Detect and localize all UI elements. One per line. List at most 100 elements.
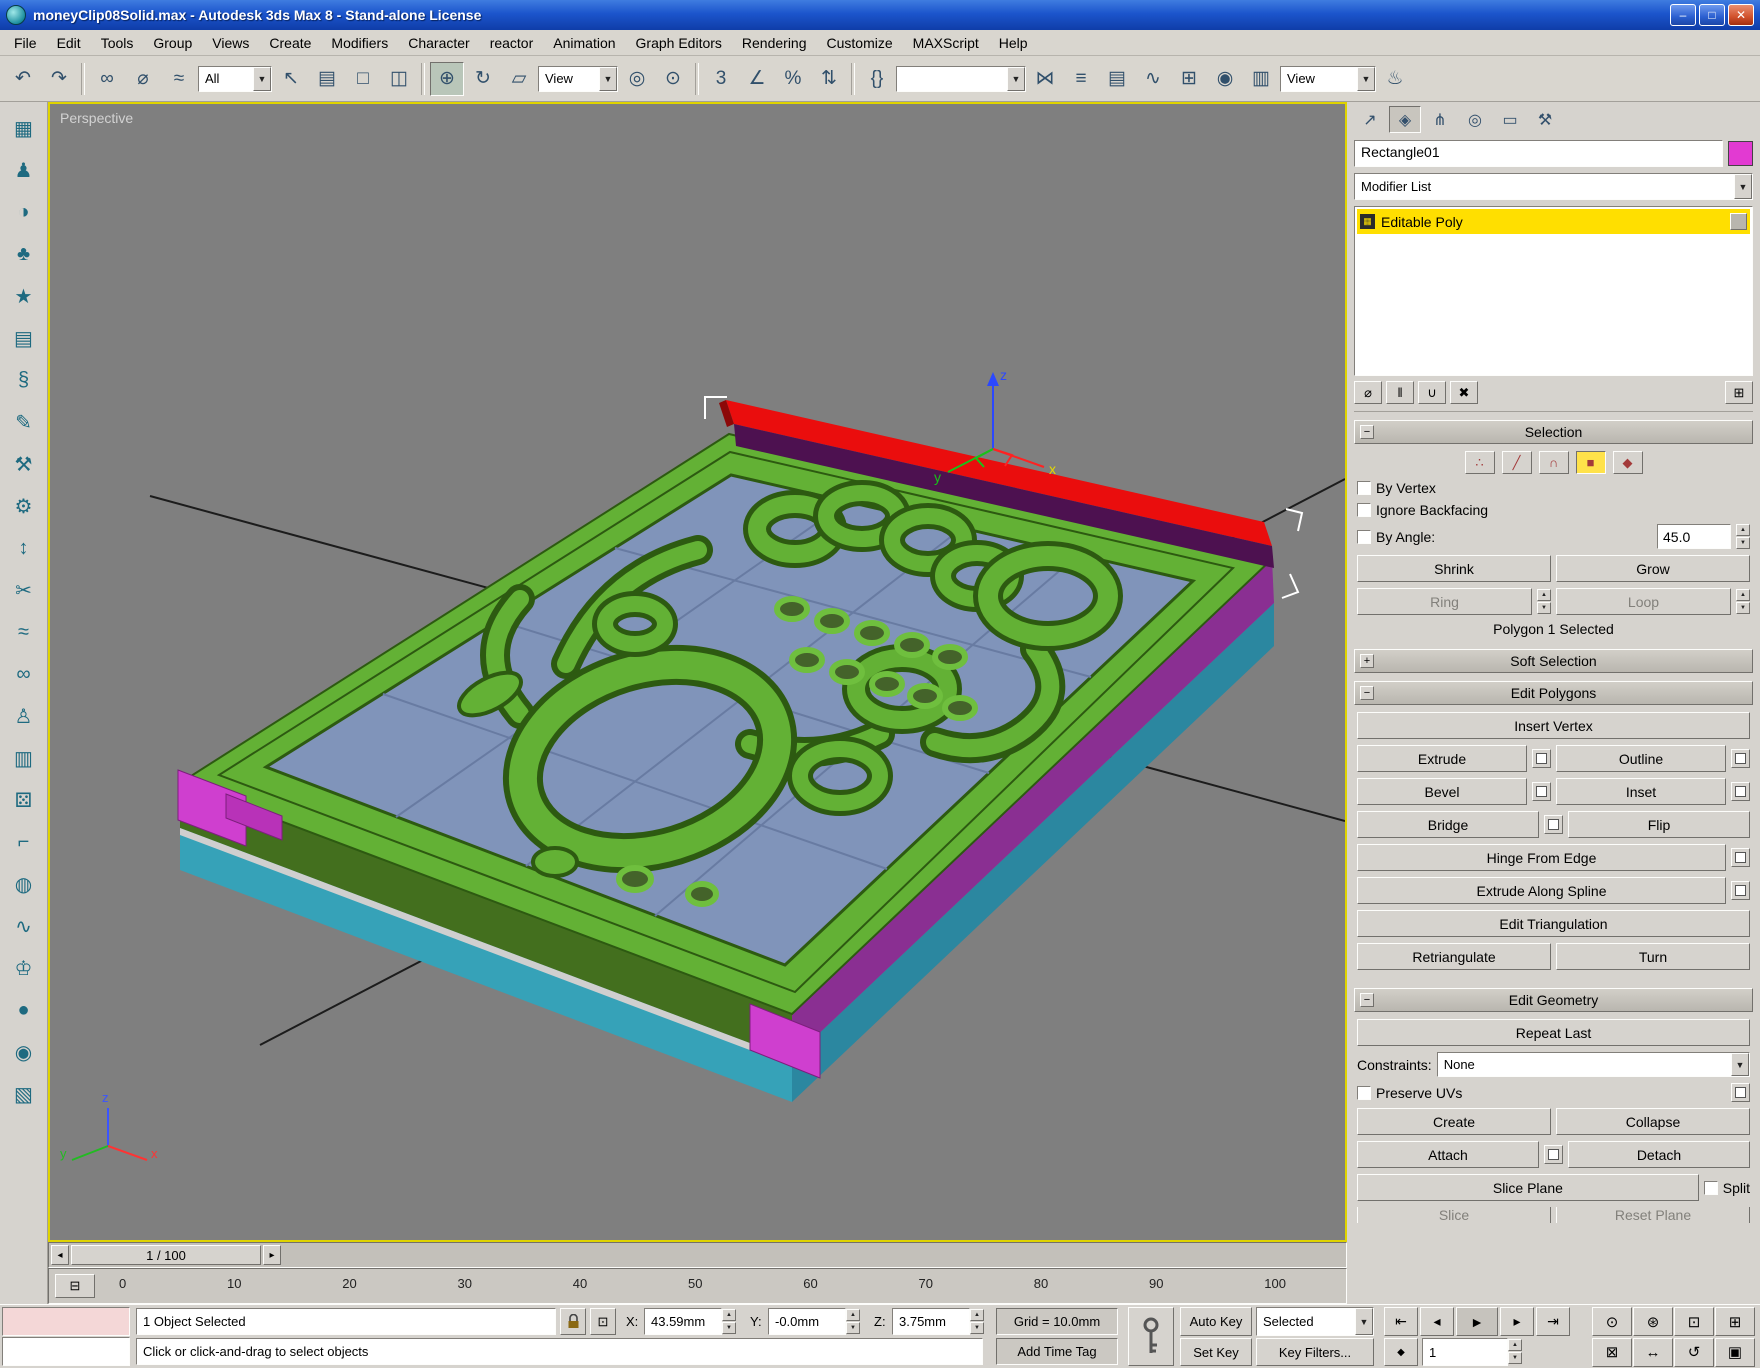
auto-key-button[interactable]: Auto Key <box>1180 1307 1252 1336</box>
by-angle-spinner[interactable]: ▲ ▼ <box>1736 524 1750 549</box>
mirror-button[interactable]: ⋈ <box>1028 62 1062 96</box>
reference-coordinate-dropdown[interactable]: View ▼ <box>538 65 618 92</box>
chevron-down-icon[interactable]: ▼ <box>1007 66 1025 91</box>
texture-tool-icon[interactable]: ▧ <box>5 1076 43 1112</box>
z-spinner[interactable]: ▲ ▼ <box>970 1309 984 1334</box>
hinge-from-edge-settings-button[interactable] <box>1731 848 1750 867</box>
chevron-down-icon[interactable]: ▼ <box>1355 1308 1373 1335</box>
zoom-button[interactable]: ⊙ <box>1592 1307 1632 1336</box>
chevron-down-icon[interactable]: ▼ <box>1731 1053 1749 1076</box>
split-checkbox[interactable] <box>1703 1180 1718 1195</box>
insert-vertex-button[interactable]: Insert Vertex <box>1357 712 1750 739</box>
chevron-down-icon[interactable]: ▼ <box>253 66 271 91</box>
percent-snap-button[interactable]: % <box>776 62 810 96</box>
edit-geometry-rollout-header[interactable]: − Edit Geometry <box>1354 988 1753 1012</box>
time-slider-handle[interactable]: 1 / 100 <box>71 1245 261 1265</box>
bevel-button[interactable]: Bevel <box>1357 778 1527 805</box>
z-coordinate-field[interactable]: 3.75mm <box>892 1308 970 1335</box>
menu-item[interactable]: Modifiers <box>321 32 398 54</box>
updown-tool-icon[interactable]: ↕ <box>5 530 43 566</box>
selection-lock-button[interactable] <box>560 1308 586 1335</box>
bind-to-space-warp-button[interactable]: ≈ <box>162 62 196 96</box>
select-and-scale-button[interactable]: ▱ <box>502 62 536 96</box>
edit-named-selections-button[interactable]: {} <box>860 62 894 96</box>
zoom-extents-button[interactable]: ⊡ <box>1674 1307 1714 1336</box>
add-time-tag[interactable]: Add Time Tag <box>996 1338 1118 1365</box>
set-key-toggle-button[interactable] <box>1128 1307 1174 1366</box>
object-color-swatch[interactable] <box>1728 141 1753 166</box>
pawn-tool-icon[interactable]: ♙ <box>5 698 43 734</box>
x-coordinate-field[interactable]: 43.59mm <box>644 1308 722 1335</box>
object-name-field[interactable]: Rectangle01 <box>1354 140 1723 167</box>
select-by-name-button[interactable]: ▤ <box>310 62 344 96</box>
extrude-along-spline-settings-button[interactable] <box>1731 881 1750 900</box>
modifier-stack[interactable]: ▦ Editable Poly <box>1354 206 1753 376</box>
title-bar[interactable]: moneyClip08Solid.max - Autodesk 3ds Max … <box>0 0 1760 30</box>
slice-button[interactable]: Slice <box>1357 1207 1551 1223</box>
edit-polygons-rollout-header[interactable]: − Edit Polygons <box>1354 681 1753 705</box>
schematic-view-button[interactable]: ⊞ <box>1172 62 1206 96</box>
shrink-button[interactable]: Shrink <box>1357 555 1551 582</box>
collapse-button[interactable]: Collapse <box>1556 1108 1750 1135</box>
collapse-icon[interactable]: − <box>1360 686 1374 700</box>
wave-tool-icon[interactable]: ∿ <box>5 908 43 944</box>
reset-plane-button[interactable]: Reset Plane <box>1556 1207 1750 1223</box>
scissors-tool-icon[interactable]: ✂ <box>5 572 43 608</box>
primitives-tool-icon[interactable]: ▦ <box>5 110 43 146</box>
next-frame-arrow[interactable]: ▸ <box>263 1245 281 1265</box>
menu-item[interactable]: Tools <box>91 32 144 54</box>
bridge-button[interactable]: Bridge <box>1357 811 1539 838</box>
menu-item[interactable]: reactor <box>480 32 544 54</box>
target-tool-icon[interactable]: ◉ <box>5 1034 43 1070</box>
frame-spinner[interactable]: ▲ ▼ <box>1508 1339 1522 1364</box>
perspective-viewport[interactable]: Perspective z x y z x y <box>48 102 1347 1242</box>
remove-modifier-icon[interactable]: ✖ <box>1450 381 1478 404</box>
tab-hierarchy[interactable]: ⋔ <box>1424 106 1456 133</box>
snap-toggle-button[interactable]: 3 <box>704 62 738 96</box>
preserve-uvs-checkbox[interactable] <box>1357 1085 1371 1100</box>
tab-motion[interactable]: ◎ <box>1459 106 1491 133</box>
close-button[interactable]: ✕ <box>1728 4 1754 26</box>
outline-settings-button[interactable] <box>1731 749 1750 768</box>
tab-create[interactable]: ↗ <box>1354 106 1386 133</box>
element-mode-button[interactable]: ◆ <box>1612 451 1643 474</box>
previous-frame-button[interactable]: ◂ <box>1420 1307 1454 1336</box>
x-spinner[interactable]: ▲ ▼ <box>722 1309 736 1334</box>
unlink-selection-button[interactable]: ⌀ <box>126 62 160 96</box>
spring-tool-icon[interactable]: § <box>5 362 43 398</box>
menu-item[interactable]: Rendering <box>732 32 817 54</box>
previous-frame-arrow[interactable]: ◂ <box>51 1245 69 1265</box>
show-end-result-icon[interactable]: ‖ <box>1386 381 1414 404</box>
menu-item[interactable]: Character <box>398 32 479 54</box>
constraints-dropdown[interactable]: None ▼ <box>1436 1052 1750 1077</box>
by-angle-field[interactable]: 45.0 <box>1657 524 1731 549</box>
turn-button[interactable]: Turn <box>1556 943 1750 970</box>
tab-display[interactable]: ▭ <box>1494 106 1526 133</box>
dice-tool-icon[interactable]: ⚄ <box>5 782 43 818</box>
stack-row-button[interactable] <box>1730 213 1747 230</box>
extrude-button[interactable]: Extrude <box>1357 745 1527 772</box>
spinner-top-tool-icon[interactable]: ♣ <box>5 236 43 272</box>
flip-button[interactable]: Flip <box>1568 811 1750 838</box>
collapse-icon[interactable]: − <box>1360 993 1374 1007</box>
expand-icon[interactable]: + <box>1360 654 1374 668</box>
spinner-snap-button[interactable]: ⇅ <box>812 62 846 96</box>
menu-item[interactable]: Edit <box>47 32 91 54</box>
minimize-button[interactable]: – <box>1670 4 1696 26</box>
current-frame-field[interactable]: 1 <box>1422 1338 1508 1366</box>
chevron-down-icon[interactable]: ▼ <box>599 66 617 91</box>
arc-rotate-button[interactable]: ↺ <box>1674 1337 1714 1367</box>
zoom-all-button[interactable]: ⊛ <box>1633 1307 1673 1336</box>
go-to-start-button[interactable]: ⇤ <box>1384 1307 1418 1336</box>
by-vertex-checkbox[interactable] <box>1357 481 1371 495</box>
rings-tool-icon[interactable]: ∞ <box>5 656 43 692</box>
hammer-tool-icon[interactable]: ⚒ <box>5 446 43 482</box>
y-coordinate-field[interactable]: -0.0mm <box>768 1308 846 1335</box>
select-and-link-button[interactable]: ∞ <box>90 62 124 96</box>
align-button[interactable]: ≡ <box>1064 62 1098 96</box>
create-button[interactable]: Create <box>1357 1108 1551 1135</box>
vertex-mode-button[interactable]: ∴ <box>1464 451 1495 474</box>
detach-button[interactable]: Detach <box>1568 1141 1750 1168</box>
curve-editor-button[interactable]: ∿ <box>1136 62 1170 96</box>
menu-item[interactable]: Customize <box>817 32 903 54</box>
